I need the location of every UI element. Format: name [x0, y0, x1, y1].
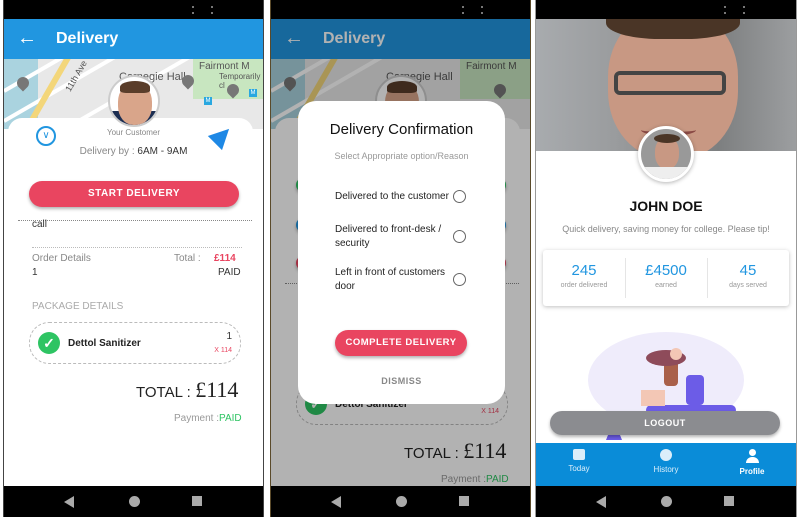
delivery-by-label: Delivery by :	[79, 146, 135, 157]
delivery-window-value: 6AM - 9AM	[137, 146, 188, 157]
stat-value: 45	[739, 262, 757, 279]
status-bar	[4, 0, 263, 19]
payment-label: Payment :	[174, 413, 220, 424]
total-label: Total :	[174, 253, 201, 264]
divider	[32, 247, 242, 248]
app-bar: ← Delivery	[4, 19, 263, 59]
profile-name: JOHN DOE	[629, 198, 703, 214]
payment-value: PAID	[219, 413, 242, 424]
logout-button[interactable]: LOGOUT	[550, 411, 780, 435]
stat-earned: £4500 earned	[625, 250, 707, 306]
system-home-icon[interactable]	[661, 496, 672, 507]
tab-label: Profile	[739, 467, 765, 476]
status-bar	[536, 0, 796, 19]
stat-days-served: 45 days served	[707, 250, 789, 306]
start-delivery-button[interactable]: START DELIVERY	[29, 181, 239, 207]
system-nav-bar	[4, 486, 263, 517]
tab-history[interactable]: History	[636, 449, 696, 474]
package-name: Dettol Sanitizer	[68, 338, 141, 349]
signal-icon	[724, 6, 726, 14]
tab-today[interactable]: Today	[549, 449, 609, 473]
package-qty: 1	[226, 331, 232, 342]
back-arrow-icon[interactable]: ←	[17, 27, 37, 49]
status-bar	[271, 0, 530, 19]
radio-button[interactable]	[453, 230, 466, 243]
system-recents-icon[interactable]	[724, 496, 734, 506]
system-nav-bar	[271, 486, 530, 517]
order-details-label: Order Details	[32, 253, 91, 264]
package-details-header: PACKAGE DETAILS	[32, 301, 124, 312]
metro-icon: M	[204, 97, 212, 105]
option-label: Delivered to front-desk / security	[335, 224, 442, 249]
profile-screen: JOHN DOE Quick delivery, saving money fo…	[535, 0, 797, 517]
tab-profile[interactable]: Profile	[722, 449, 782, 476]
option-label: Delivered to the customer	[335, 191, 449, 202]
complete-delivery-button[interactable]: COMPLETE DELIVERY	[335, 330, 467, 356]
stats-card: 245 order delivered £4500 earned 45 days…	[543, 250, 789, 306]
tab-label: History	[653, 465, 679, 474]
delivery-window: Delivery by : 6AM - 9AM	[4, 146, 263, 157]
map-label: Fairmont M	[199, 61, 250, 72]
signal-icon	[192, 6, 194, 14]
order-total-value: £114	[214, 253, 236, 264]
option-label: Left in front of customers door	[335, 267, 446, 292]
order-payment-status: PAID	[218, 267, 241, 278]
package-item[interactable]: ✓ Dettol Sanitizer 1 X 114	[29, 322, 241, 364]
radio-button[interactable]	[453, 190, 466, 203]
dismiss-button[interactable]: DISMISS	[298, 376, 505, 386]
stat-label: earned	[655, 282, 677, 289]
delivery-confirmation-dialog: Delivery Confirmation Select Appropriate…	[298, 101, 505, 404]
grand-total: TOTAL : £114	[136, 377, 238, 403]
stat-value: £4500	[645, 262, 687, 279]
system-recents-icon[interactable]	[192, 496, 202, 506]
battery-icon	[743, 6, 745, 14]
page-title: Delivery	[56, 30, 119, 47]
customer-avatar	[108, 75, 160, 127]
order-count: 1	[32, 267, 38, 278]
delivery-screen: ← Delivery 11th Ave Carnegie Hall Fairmo…	[3, 0, 264, 517]
radio-button[interactable]	[453, 273, 466, 286]
call-label[interactable]: call	[32, 219, 47, 230]
system-home-icon[interactable]	[396, 496, 407, 507]
battery-icon	[481, 6, 483, 14]
stat-label: order delivered	[560, 282, 608, 289]
payment-status: Payment :PAID	[174, 413, 242, 424]
package-price: X 114	[214, 347, 232, 354]
profile-avatar[interactable]	[638, 126, 694, 182]
system-home-icon[interactable]	[129, 496, 140, 507]
stat-value: 245	[571, 262, 597, 279]
dialog-title: Delivery Confirmation	[329, 121, 474, 138]
metro-icon: M	[249, 89, 257, 97]
customer-label: Your Customer	[106, 128, 161, 137]
system-back-icon[interactable]	[64, 496, 74, 508]
grand-total-label: TOTAL :	[136, 384, 191, 401]
map-label: Temporarily cl	[219, 72, 261, 90]
person-icon	[745, 449, 759, 463]
grand-total-value: £114	[195, 377, 239, 402]
signal-icon	[462, 6, 464, 14]
clock-icon	[660, 449, 672, 461]
system-back-icon[interactable]	[596, 496, 606, 508]
system-back-icon[interactable]	[331, 496, 341, 508]
stat-orders-delivered: 245 order delivered	[543, 250, 625, 306]
tab-label: Today	[568, 464, 590, 473]
bottom-navigation: Today History Profile	[536, 443, 796, 486]
profile-bio: Quick delivery, saving money for college…	[562, 224, 770, 234]
stat-label: days served	[729, 282, 767, 289]
calendar-icon	[573, 449, 585, 460]
system-nav-bar	[536, 486, 796, 517]
check-icon: ✓	[38, 332, 60, 354]
battery-icon	[211, 6, 213, 14]
dialog-subtitle: Select Appropriate option/Reason	[334, 151, 469, 161]
delivery-confirmation-screen: ← Delivery Carnegie Hall Fairmont M ✓ De…	[270, 0, 531, 517]
system-recents-icon[interactable]	[459, 496, 469, 506]
divider	[18, 220, 252, 221]
